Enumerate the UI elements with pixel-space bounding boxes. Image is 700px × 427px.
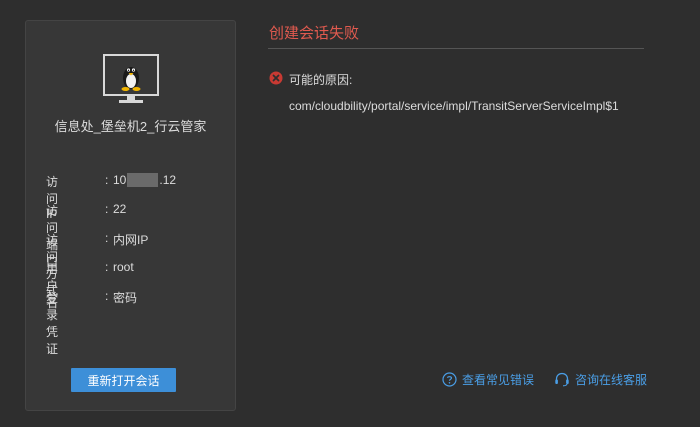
online-support-link[interactable]: 咨询在线客服 — [554, 371, 647, 388]
ip-value-suffix: .12 — [159, 173, 177, 187]
reopen-session-button[interactable]: 重新打开会话 — [71, 368, 176, 392]
faq-link[interactable]: 查看常见错误 — [442, 371, 534, 388]
host-name: 信息处_堡垒机2_行云管家 — [54, 119, 207, 134]
ip-value: 10.12 — [113, 173, 176, 187]
question-circle-icon — [442, 372, 457, 387]
error-title: 创建会话失败 — [269, 25, 360, 42]
ip-colon: : — [105, 173, 109, 187]
session-info-panel: 信息处_堡垒机2_行云管家 访 问 IP : 10.12 访问端口 : 22 访… — [25, 20, 236, 411]
ip-redaction-mask — [127, 173, 159, 187]
linux-monitor-icon — [103, 54, 159, 103]
port-value: 22 — [113, 202, 127, 216]
title-divider — [268, 48, 644, 49]
ip-value-prefix: 10 — [113, 173, 127, 187]
reason-label: 可能的原因: — [289, 73, 353, 87]
username-colon: : — [105, 260, 109, 274]
error-circle-icon — [269, 71, 283, 85]
reason-detail: com/cloudbility/portal/service/impl/Tran… — [289, 99, 619, 113]
access-method-colon: : — [105, 231, 109, 245]
username-value: root — [113, 260, 134, 274]
credential-value: 密码 — [113, 291, 138, 305]
headset-icon — [555, 372, 569, 387]
access-method-value: 内网IP — [113, 233, 149, 247]
port-colon: : — [105, 202, 109, 216]
credential-colon: : — [105, 289, 109, 303]
credential-label: 登录凭证 — [46, 291, 59, 356]
online-support-label: 咨询在线客服 — [575, 373, 648, 387]
faq-link-label: 查看常见错误 — [462, 373, 535, 387]
